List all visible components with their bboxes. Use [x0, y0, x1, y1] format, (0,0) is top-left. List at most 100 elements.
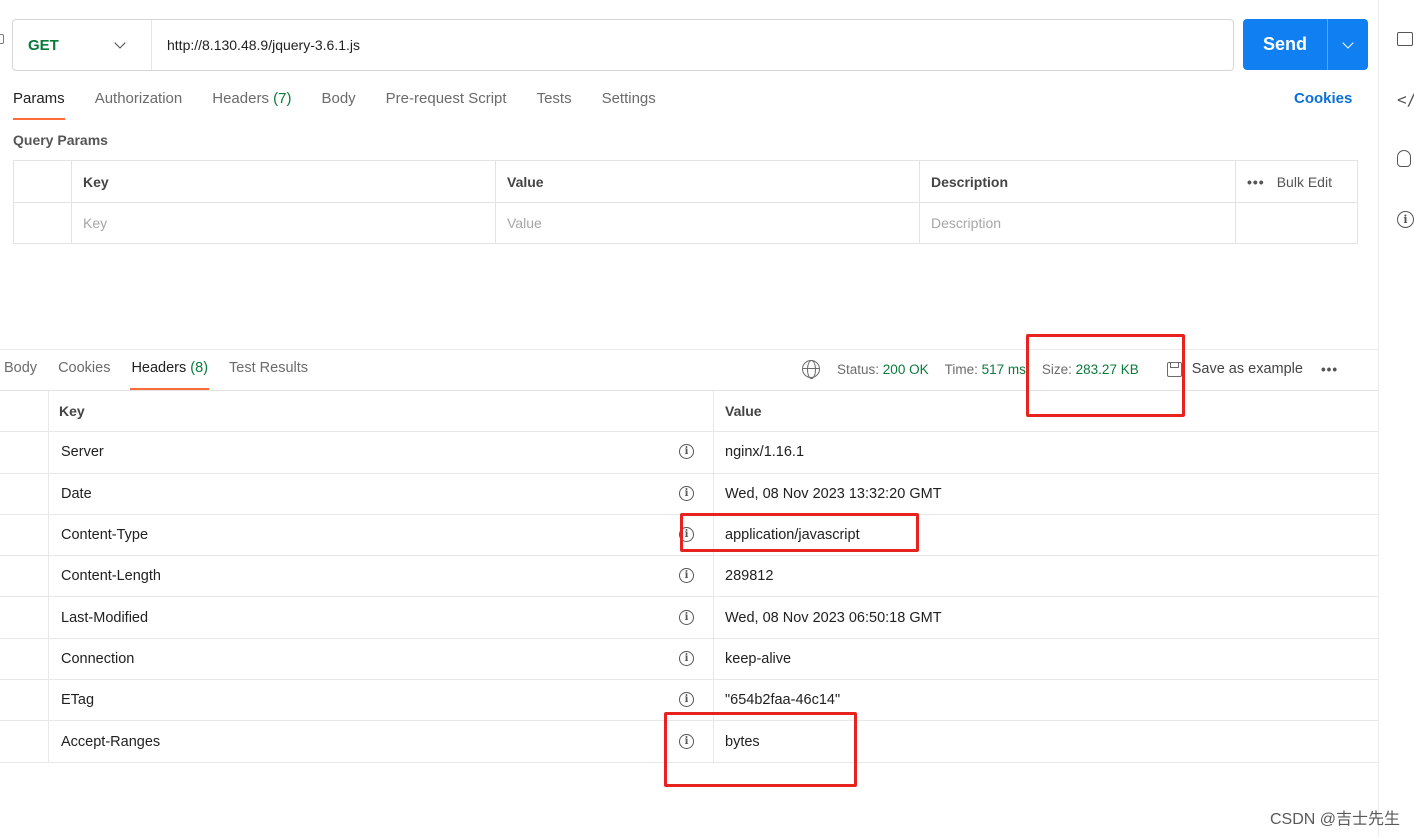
header-key: Content-Length — [61, 568, 161, 585]
blank-column — [0, 680, 49, 721]
header-key: Server — [61, 444, 104, 461]
send-button[interactable]: Send — [1243, 19, 1327, 70]
blank-column — [0, 638, 49, 680]
tab-settings[interactable]: Settings — [602, 86, 656, 120]
save-as-example-button[interactable]: Save as example — [1192, 361, 1303, 377]
tab-label: Cookies — [58, 360, 111, 376]
tab-response-body[interactable]: Body — [4, 356, 37, 390]
status-label: Status: — [837, 361, 880, 377]
tab-response-cookies[interactable]: Cookies — [58, 356, 110, 390]
column-header-key: Key — [49, 391, 714, 432]
header-value: Wed, 08 Nov 2023 13:32:20 GMT — [725, 485, 942, 502]
annotation-box-size — [1026, 334, 1185, 417]
column-header-key: Key — [71, 161, 495, 202]
info-icon[interactable]: i — [1397, 211, 1414, 228]
tab-label: Body — [321, 90, 356, 107]
table-row: Date i Wed, 08 Nov 2023 13:32:20 GMT — [0, 473, 1378, 515]
blank-column — [0, 556, 49, 597]
method-selector[interactable]: GET — [13, 20, 152, 70]
more-options-icon[interactable]: ••• — [1247, 174, 1265, 190]
header-key-cell: Server i — [49, 432, 714, 473]
info-icon[interactable]: i — [679, 444, 694, 460]
header-value: keep-alive — [725, 650, 792, 667]
request-tabs: Params Authorization Headers (7) Body Pr… — [13, 86, 686, 120]
header-value: 289812 — [725, 568, 774, 585]
tab-authorization[interactable]: Authorization — [95, 86, 183, 120]
info-icon[interactable]: i — [679, 568, 694, 584]
key-input[interactable]: Key — [71, 203, 495, 243]
header-value-cell: 289812 — [714, 556, 1378, 596]
blank-column — [0, 391, 49, 432]
status-value[interactable]: 200 OK — [883, 362, 929, 377]
info-icon[interactable]: i — [679, 650, 694, 666]
description-input[interactable]: Description — [919, 203, 1235, 243]
tab-label: Tests — [536, 90, 572, 107]
tab-count: (8) — [190, 360, 209, 376]
table-header-row: Key Value Description ••• Bulk Edit — [14, 161, 1357, 202]
watermark: CSDN @吉士先生 — [1269, 811, 1400, 828]
globe-icon[interactable] — [802, 360, 820, 379]
row-checkbox[interactable] — [14, 203, 71, 243]
lightbulb-icon[interactable] — [1397, 150, 1414, 167]
header-key-cell: Content-Length i — [49, 556, 714, 597]
table-row: Connection i keep-alive — [0, 638, 1378, 681]
info-icon[interactable]: i — [679, 692, 694, 708]
tab-body[interactable]: Body — [321, 86, 355, 120]
tab-pre-request-script[interactable]: Pre-request Script — [386, 86, 507, 120]
header-key: Accept-Ranges — [61, 733, 161, 750]
tab-label: Test Results — [229, 360, 309, 376]
table-row: Last-Modified i Wed, 08 Nov 2023 06:50:18… — [0, 597, 1378, 639]
left-rail-icon-partial[interactable] — [0, 34, 4, 44]
annotation-box-accept-ranges — [664, 712, 857, 787]
response-tabs: Body Cookies Headers (8) Test Results — [4, 356, 329, 390]
tab-tests[interactable]: Tests — [537, 86, 572, 120]
header-key-cell: Accept-Ranges i — [49, 721, 714, 762]
header-value: nginx/1.16.1 — [725, 444, 805, 461]
info-icon[interactable]: i — [679, 485, 694, 501]
blank-column — [0, 432, 49, 473]
bulk-edit-button[interactable]: Bulk Edit — [1277, 174, 1332, 190]
cookies-link[interactable]: Cookies — [1294, 90, 1352, 107]
header-key-cell: Content-Type i — [49, 514, 714, 556]
tab-count: (7) — [273, 90, 292, 107]
info-icon[interactable]: i — [679, 609, 694, 625]
header-key: Last-Modified — [61, 609, 149, 626]
chevron-down-icon — [1342, 36, 1354, 49]
tab-label: Headers — [131, 360, 187, 376]
header-value-cell: nginx/1.16.1 — [714, 432, 1378, 472]
table-row: Server i nginx/1.16.1 — [0, 432, 1378, 474]
tab-params[interactable]: Params — [13, 86, 65, 120]
tab-test-results[interactable]: Test Results — [229, 356, 308, 390]
header-value-cell: keep-alive — [714, 639, 1378, 679]
header-key: Connection — [61, 650, 135, 667]
code-icon[interactable]: </> — [1397, 90, 1414, 109]
column-header-value: Value — [495, 161, 919, 202]
url-input[interactable]: http://8.130.48.9/jquery-3.6.1.js — [152, 37, 360, 53]
header-key-cell: Last-Modified i — [49, 597, 714, 638]
header-value-cell: Wed, 08 Nov 2023 13:32:20 GMT — [714, 474, 1378, 514]
table-row: Key Value Description — [14, 202, 1357, 243]
time-value[interactable]: 517 ms — [982, 362, 1026, 377]
query-params-table: Key Value Description ••• Bulk Edit Key … — [13, 160, 1358, 244]
tab-label: Authorization — [94, 90, 183, 107]
blank-column — [0, 721, 49, 762]
header-value: "654b2faa-46c14" — [725, 692, 841, 709]
time-label: Time: — [944, 361, 978, 377]
tab-response-headers[interactable]: Headers (8) — [130, 356, 209, 390]
table-row: Content-Length i 289812 — [0, 556, 1378, 598]
more-options-icon[interactable]: ••• — [1321, 362, 1338, 377]
header-key-cell: Connection i — [49, 638, 714, 680]
tab-label: Settings — [601, 90, 656, 107]
response-headers-table: Key Value Server i nginx/1.16.1 Date i Wed… — [0, 390, 1378, 763]
comment-icon[interactable] — [1397, 32, 1414, 46]
header-key: Content-Type — [61, 527, 149, 544]
bulk-edit-cell: ••• Bulk Edit — [1235, 161, 1357, 202]
blank-column — [0, 597, 49, 638]
header-key: Date — [61, 485, 92, 502]
query-params-title: Query Params — [13, 132, 108, 148]
tab-headers[interactable]: Headers (7) — [212, 86, 291, 120]
value-input[interactable]: Value — [495, 203, 919, 243]
blank-column — [0, 473, 49, 514]
send-options-dropdown[interactable] — [1328, 19, 1368, 70]
empty-cell — [1235, 203, 1357, 243]
